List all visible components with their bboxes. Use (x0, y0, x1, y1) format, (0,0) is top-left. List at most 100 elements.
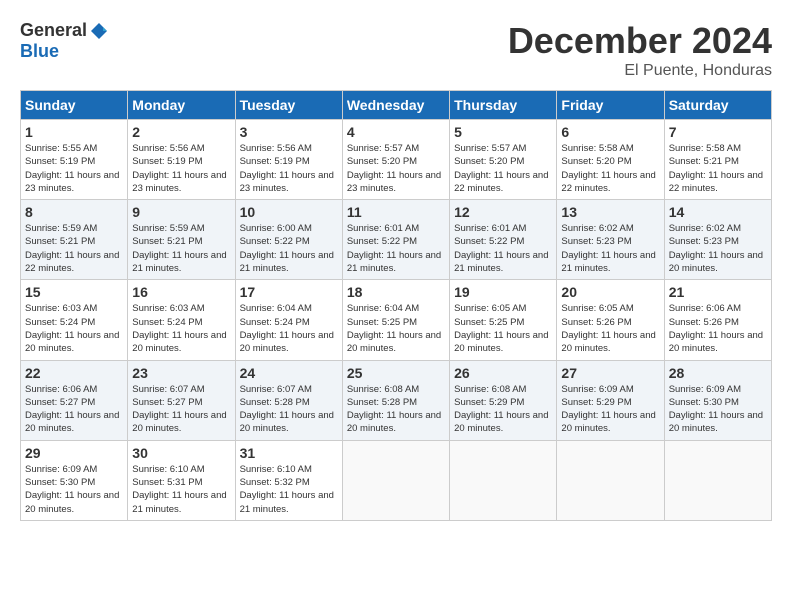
day-number: 3 (240, 124, 338, 140)
calendar-cell: 11Sunrise: 6:01 AMSunset: 5:22 PMDayligh… (342, 200, 449, 280)
day-number: 5 (454, 124, 552, 140)
day-info: Sunrise: 6:01 AMSunset: 5:22 PMDaylight:… (454, 222, 552, 275)
day-info: Sunrise: 5:59 AMSunset: 5:21 PMDaylight:… (132, 222, 230, 275)
day-info: Sunrise: 5:57 AMSunset: 5:20 PMDaylight:… (347, 142, 445, 195)
calendar-cell: 16 Sunrise: 6:03 AMSunset: 5:24 PMDayligh… (128, 280, 235, 360)
day-number: 9 (132, 204, 230, 220)
calendar-cell: 2 Sunrise: 5:56 AMSunset: 5:19 PMDaylight… (128, 120, 235, 200)
day-number: 17 (240, 284, 338, 300)
calendar-cell: 3 Sunrise: 5:56 AMSunset: 5:19 PMDaylight… (235, 120, 342, 200)
calendar-cell: 24 Sunrise: 6:07 AMSunset: 5:28 PMDayligh… (235, 360, 342, 440)
day-info: Sunrise: 6:08 AMSunset: 5:29 PMDaylight:… (454, 383, 552, 436)
day-info: Sunrise: 6:09 AMSunset: 5:30 PMDaylight:… (669, 383, 767, 436)
logo-blue-text: Blue (20, 41, 59, 62)
calendar-header-saturday: Saturday (664, 91, 771, 120)
calendar-cell: 13 Sunrise: 6:02 AMSunset: 5:23 PMDayligh… (557, 200, 664, 280)
day-info: Sunrise: 6:00 AMSunset: 5:22 PMDaylight:… (240, 222, 338, 275)
calendar-cell: 19 Sunrise: 6:05 AMSunset: 5:25 PMDayligh… (450, 280, 557, 360)
day-number: 16 (132, 284, 230, 300)
calendar-cell (557, 440, 664, 520)
calendar-cell (664, 440, 771, 520)
calendar-cell: 6Sunrise: 5:58 AMSunset: 5:20 PMDaylight… (557, 120, 664, 200)
day-info: Sunrise: 6:07 AMSunset: 5:27 PMDaylight:… (132, 383, 230, 436)
logo: General Blue (20, 20, 109, 62)
calendar-cell: 20 Sunrise: 6:05 AMSunset: 5:26 PMDayligh… (557, 280, 664, 360)
day-number: 14 (669, 204, 767, 220)
calendar-table: SundayMondayTuesdayWednesdayThursdayFrid… (20, 90, 772, 521)
day-number: 2 (132, 124, 230, 140)
calendar-cell: 4 Sunrise: 5:57 AMSunset: 5:20 PMDaylight… (342, 120, 449, 200)
day-info: Sunrise: 5:57 AMSunset: 5:20 PMDaylight:… (454, 142, 552, 195)
day-info: Sunrise: 6:02 AMSunset: 5:23 PMDaylight:… (561, 222, 659, 275)
calendar-cell: 31 Sunrise: 6:10 AMSunset: 5:32 PMDayligh… (235, 440, 342, 520)
day-info: Sunrise: 5:55 AMSunset: 5:19 PMDaylight:… (25, 142, 123, 195)
calendar-header-friday: Friday (557, 91, 664, 120)
day-info: Sunrise: 6:09 AMSunset: 5:29 PMDaylight:… (561, 383, 659, 436)
calendar-cell: 25Sunrise: 6:08 AMSunset: 5:28 PMDayligh… (342, 360, 449, 440)
day-number: 1 (25, 124, 123, 140)
day-number: 15 (25, 284, 123, 300)
day-info: Sunrise: 5:59 AMSunset: 5:21 PMDaylight:… (25, 222, 123, 275)
calendar-cell: 9 Sunrise: 5:59 AMSunset: 5:21 PMDaylight… (128, 200, 235, 280)
calendar-header-thursday: Thursday (450, 91, 557, 120)
day-info: Sunrise: 6:05 AMSunset: 5:26 PMDaylight:… (561, 302, 659, 355)
calendar-body: 1 Sunrise: 5:55 AMSunset: 5:19 PMDaylight… (21, 120, 772, 521)
calendar-cell: 27 Sunrise: 6:09 AMSunset: 5:29 PMDayligh… (557, 360, 664, 440)
calendar-week-4: 22Sunrise: 6:06 AMSunset: 5:27 PMDayligh… (21, 360, 772, 440)
logo-general-text: General (20, 20, 87, 41)
day-info: Sunrise: 6:01 AMSunset: 5:22 PMDaylight:… (347, 222, 445, 275)
day-number: 13 (561, 204, 659, 220)
calendar-cell: 1 Sunrise: 5:55 AMSunset: 5:19 PMDaylight… (21, 120, 128, 200)
calendar-cell: 17Sunrise: 6:04 AMSunset: 5:24 PMDayligh… (235, 280, 342, 360)
calendar-cell: 21 Sunrise: 6:06 AMSunset: 5:26 PMDayligh… (664, 280, 771, 360)
day-number: 24 (240, 365, 338, 381)
calendar-cell: 28 Sunrise: 6:09 AMSunset: 5:30 PMDayligh… (664, 360, 771, 440)
calendar-week-3: 15 Sunrise: 6:03 AMSunset: 5:24 PMDayligh… (21, 280, 772, 360)
calendar-cell: 10 Sunrise: 6:00 AMSunset: 5:22 PMDayligh… (235, 200, 342, 280)
day-number: 31 (240, 445, 338, 461)
logo-icon (89, 21, 109, 41)
day-info: Sunrise: 6:10 AMSunset: 5:31 PMDaylight:… (132, 463, 230, 516)
day-number: 20 (561, 284, 659, 300)
day-info: Sunrise: 6:03 AMSunset: 5:24 PMDaylight:… (132, 302, 230, 355)
day-info: Sunrise: 5:56 AMSunset: 5:19 PMDaylight:… (240, 142, 338, 195)
calendar-cell: 29Sunrise: 6:09 AMSunset: 5:30 PMDayligh… (21, 440, 128, 520)
calendar-header-monday: Monday (128, 91, 235, 120)
calendar-cell: 8Sunrise: 5:59 AMSunset: 5:21 PMDaylight… (21, 200, 128, 280)
day-info: Sunrise: 6:07 AMSunset: 5:28 PMDaylight:… (240, 383, 338, 436)
title-section: December 2024 El Puente, Honduras (508, 20, 772, 80)
calendar-cell: 12Sunrise: 6:01 AMSunset: 5:22 PMDayligh… (450, 200, 557, 280)
day-number: 19 (454, 284, 552, 300)
calendar-cell: 15 Sunrise: 6:03 AMSunset: 5:24 PMDayligh… (21, 280, 128, 360)
day-info: Sunrise: 6:06 AMSunset: 5:26 PMDaylight:… (669, 302, 767, 355)
day-info: Sunrise: 6:05 AMSunset: 5:25 PMDaylight:… (454, 302, 552, 355)
calendar-cell (342, 440, 449, 520)
day-number: 23 (132, 365, 230, 381)
page-header: General Blue December 2024 El Puente, Ho… (20, 20, 772, 80)
location: El Puente, Honduras (508, 62, 772, 80)
day-info: Sunrise: 6:04 AMSunset: 5:25 PMDaylight:… (347, 302, 445, 355)
calendar-week-1: 1 Sunrise: 5:55 AMSunset: 5:19 PMDaylight… (21, 120, 772, 200)
calendar-cell: 22Sunrise: 6:06 AMSunset: 5:27 PMDayligh… (21, 360, 128, 440)
day-number: 4 (347, 124, 445, 140)
day-info: Sunrise: 5:56 AMSunset: 5:19 PMDaylight:… (132, 142, 230, 195)
calendar-cell: 30 Sunrise: 6:10 AMSunset: 5:31 PMDayligh… (128, 440, 235, 520)
calendar-cell: 14Sunrise: 6:02 AMSunset: 5:23 PMDayligh… (664, 200, 771, 280)
day-number: 21 (669, 284, 767, 300)
calendar-header-row: SundayMondayTuesdayWednesdayThursdayFrid… (21, 91, 772, 120)
day-info: Sunrise: 6:10 AMSunset: 5:32 PMDaylight:… (240, 463, 338, 516)
calendar-header-sunday: Sunday (21, 91, 128, 120)
day-number: 26 (454, 365, 552, 381)
day-number: 7 (669, 124, 767, 140)
day-number: 30 (132, 445, 230, 461)
day-number: 22 (25, 365, 123, 381)
day-number: 10 (240, 204, 338, 220)
day-info: Sunrise: 6:03 AMSunset: 5:24 PMDaylight:… (25, 302, 123, 355)
day-number: 29 (25, 445, 123, 461)
day-info: Sunrise: 5:58 AMSunset: 5:21 PMDaylight:… (669, 142, 767, 195)
day-number: 28 (669, 365, 767, 381)
day-number: 6 (561, 124, 659, 140)
calendar-header-tuesday: Tuesday (235, 91, 342, 120)
calendar-header-wednesday: Wednesday (342, 91, 449, 120)
day-number: 27 (561, 365, 659, 381)
